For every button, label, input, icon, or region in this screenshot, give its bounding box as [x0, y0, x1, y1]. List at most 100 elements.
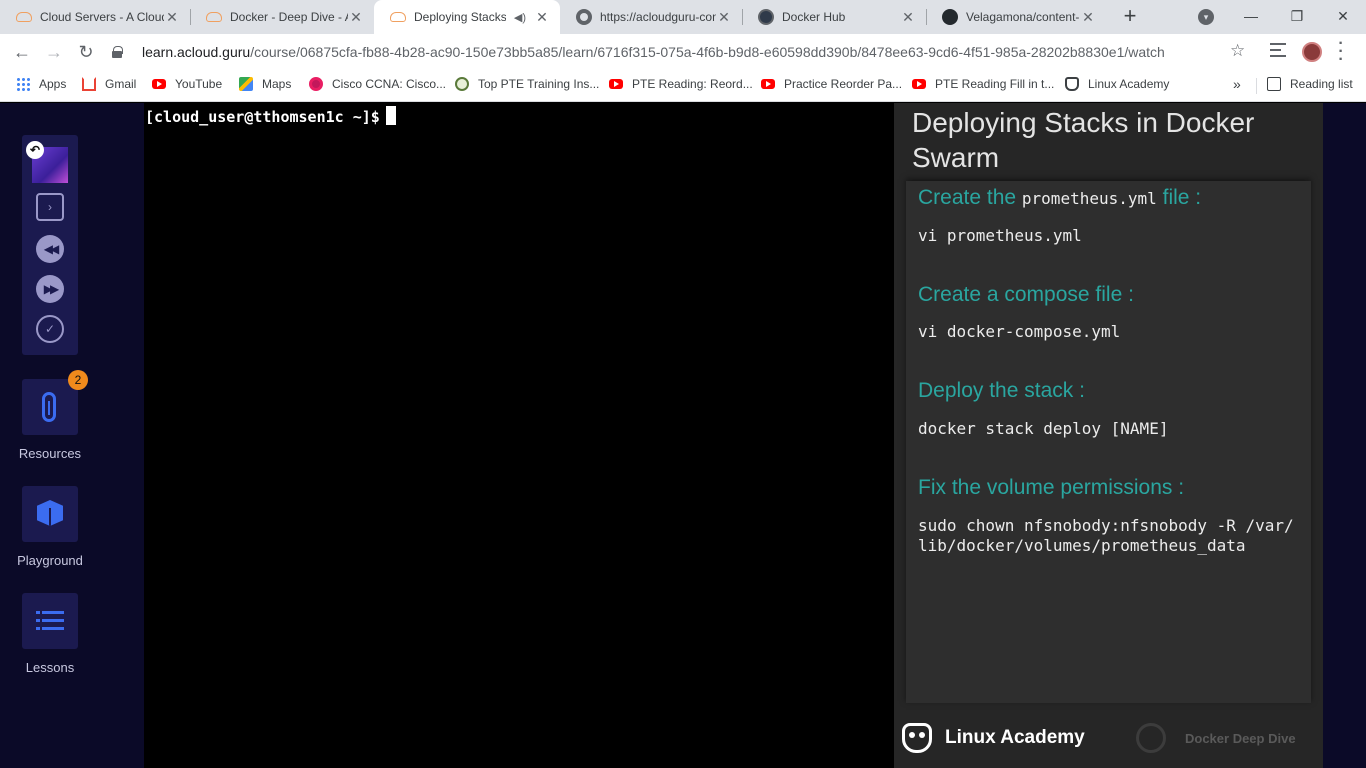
globe-icon — [576, 9, 592, 25]
url-host: learn.acloud.guru — [142, 44, 251, 60]
bookmark-youtube[interactable]: YouTube — [152, 77, 222, 91]
bookmark-label: Maps — [262, 77, 292, 91]
speaker-icon[interactable]: ◀) — [514, 11, 526, 24]
tab-search-icon[interactable]: ▾ — [1198, 9, 1214, 25]
slide-title: Deploying Stacks in Docker Swarm — [912, 107, 1255, 173]
tab-title: https://acloudguru-content — [600, 10, 716, 24]
tab-docker-deep-dive[interactable]: Docker - Deep Dive - A Cloud Guru ✕ — [190, 0, 374, 34]
step-heading: Create a compose file : — [918, 283, 1134, 306]
gmail-icon — [82, 77, 96, 91]
bookmark-practice-reorder[interactable]: Practice Reorder Pa... — [761, 77, 902, 91]
bookmark-label: YouTube — [175, 77, 223, 91]
reload-icon[interactable]: ↻ — [74, 40, 98, 64]
apps-icon — [16, 77, 30, 91]
bookmark-gmail[interactable]: Gmail — [82, 77, 136, 91]
tab-title: Deploying Stacks in Docker Swarm — [414, 10, 506, 24]
step-heading-tail: file : — [1162, 186, 1202, 209]
cloud-icon — [206, 12, 222, 22]
close-icon[interactable]: ✕ — [534, 9, 550, 26]
compass-icon — [1136, 723, 1166, 753]
bookmark-pte-reorder[interactable]: PTE Reading: Reord... — [609, 77, 753, 91]
bookmark-apps[interactable]: Apps — [16, 77, 66, 91]
restore-icon[interactable]: ❐ — [1282, 4, 1312, 28]
tab-title: Docker Hub — [782, 10, 846, 24]
player-controls: ↶ › ◀◀ ▶▶ ✓ — [22, 135, 78, 355]
bookmark-pte-fill[interactable]: PTE Reading Fill in t... — [912, 77, 1054, 91]
back-arrow-icon[interactable]: ← — [10, 40, 34, 64]
owl-logo-icon — [902, 723, 932, 753]
bookmark-cisco-ccna[interactable]: Cisco CCNA: Cisco... — [309, 77, 446, 91]
step-heading-code: prometheus.yml — [1021, 189, 1157, 208]
fast-forward-icon[interactable]: ▶▶ — [36, 275, 64, 303]
close-icon[interactable]: ✕ — [1080, 9, 1096, 26]
bookmark-label: PTE Reading: Reord... — [632, 77, 753, 91]
docker-icon — [758, 9, 774, 25]
footer-course: Docker Deep Dive — [1185, 731, 1296, 746]
address-bar[interactable]: learn.acloud.guru/course/06875cfa-fb88-4… — [112, 37, 1262, 67]
tab-title: Cloud Servers - A Cloud Guru — [40, 10, 164, 24]
cisco-icon — [309, 77, 323, 91]
step-heading: Deploy the stack : — [918, 379, 1085, 402]
course-player-page: ↶ › ◀◀ ▶▶ ✓ 2 Resources Playground Lesso… — [0, 103, 1366, 768]
reading-list-label: Reading list — [1290, 77, 1353, 91]
tab-acloudguru-content[interactable]: https://acloudguru-content ✕ — [560, 0, 742, 34]
list-icon — [36, 611, 64, 631]
tab-title: Docker - Deep Dive - A Cloud Guru — [230, 10, 348, 24]
reading-list-button[interactable]: Reading list — [1267, 77, 1353, 91]
close-icon[interactable]: ✕ — [348, 9, 364, 26]
pte-icon — [455, 77, 469, 91]
video-terminal[interactable]: [cloud_user@tthomsen1c ~]$ — [144, 103, 894, 768]
tab-title: Velagamona/content- — [966, 10, 1080, 24]
footer-brand: Linux Academy — [945, 727, 1085, 748]
close-icon[interactable]: ✕ — [164, 9, 180, 26]
playground-button[interactable] — [22, 486, 78, 542]
bookmark-label: Practice Reorder Pa... — [784, 77, 903, 91]
prompt-text: [cloud_user@tthomsen1c ~]$ — [145, 108, 380, 126]
terminal-cursor — [385, 106, 396, 125]
resources-button[interactable] — [22, 379, 78, 435]
step-command: vi prometheus.yml — [918, 226, 1082, 245]
bookmarks-bar: Apps Gmail YouTube Maps Cisco CCNA: Cisc… — [0, 70, 1366, 102]
cloud-icon — [390, 12, 406, 22]
tab-github-content[interactable]: Velagamona/content- ✕ — [926, 0, 1106, 34]
lock-icon[interactable] — [112, 46, 123, 58]
step-command: vi docker-compose.yml — [918, 322, 1121, 341]
bookmark-label: Cisco CCNA: Cisco... — [332, 77, 447, 91]
url-path: /course/06875cfa-fb88-4b28-ac90-150e73bb… — [250, 44, 1165, 60]
bookmark-star-icon[interactable]: ☆ — [1230, 41, 1245, 61]
tab-cloud-servers[interactable]: Cloud Servers - A Cloud Guru ✕ — [0, 0, 190, 34]
tab-docker-hub[interactable]: Docker Hub ✕ — [742, 0, 926, 34]
media-control-icon[interactable] — [1270, 43, 1286, 57]
forward-arrow-icon[interactable]: → — [42, 40, 66, 64]
cube-icon — [37, 500, 63, 526]
avatar[interactable] — [1302, 42, 1322, 62]
menu-kebab-icon[interactable]: · · · — [1336, 36, 1346, 68]
lessons-button[interactable] — [22, 593, 78, 649]
player-sidebar: ↶ › ◀◀ ▶▶ ✓ 2 Resources Playground Lesso… — [0, 103, 144, 768]
rewind-icon[interactable]: ◀◀ — [36, 235, 64, 263]
bookmark-maps[interactable]: Maps — [239, 77, 291, 91]
tab-strip: Cloud Servers - A Cloud Guru ✕ Docker - … — [0, 0, 1366, 34]
terminal-prompt: [cloud_user@tthomsen1c ~]$ — [145, 106, 396, 126]
step-command: docker stack deploy [NAME] — [918, 419, 1169, 438]
close-icon[interactable]: ✕ — [900, 9, 916, 26]
bookmark-label: Gmail — [105, 77, 137, 91]
bookmark-pte-training[interactable]: Top PTE Training Ins... — [455, 77, 599, 91]
new-tab-button[interactable]: + — [1118, 5, 1142, 29]
bookmarks-divider — [1256, 78, 1257, 94]
close-icon[interactable]: ✕ — [716, 9, 732, 26]
toggle-panel-icon[interactable]: › — [36, 193, 64, 221]
tab-deploying-stacks[interactable]: Deploying Stacks in Docker Swarm ◀) ✕ — [374, 0, 560, 34]
bookmark-label: Top PTE Training Ins... — [478, 77, 600, 91]
page-margin — [1323, 103, 1366, 768]
bookmarks-overflow-chevron[interactable]: » — [1233, 76, 1241, 92]
back-arrow-icon[interactable]: ↶ — [26, 141, 44, 159]
checkmark-icon[interactable]: ✓ — [36, 315, 64, 343]
bookmark-linux-academy[interactable]: Linux Academy — [1065, 77, 1169, 91]
step-heading: Fix the volume permissions : — [918, 476, 1185, 499]
browser-toolbar: ← → ↻ learn.acloud.guru/course/06875cfa-… — [0, 34, 1366, 70]
minimize-icon[interactable]: — — [1236, 4, 1266, 28]
close-window-icon[interactable]: ✕ — [1328, 4, 1358, 28]
resources-count-badge: 2 — [68, 370, 88, 390]
step-heading-text: Create the — [918, 186, 1017, 209]
